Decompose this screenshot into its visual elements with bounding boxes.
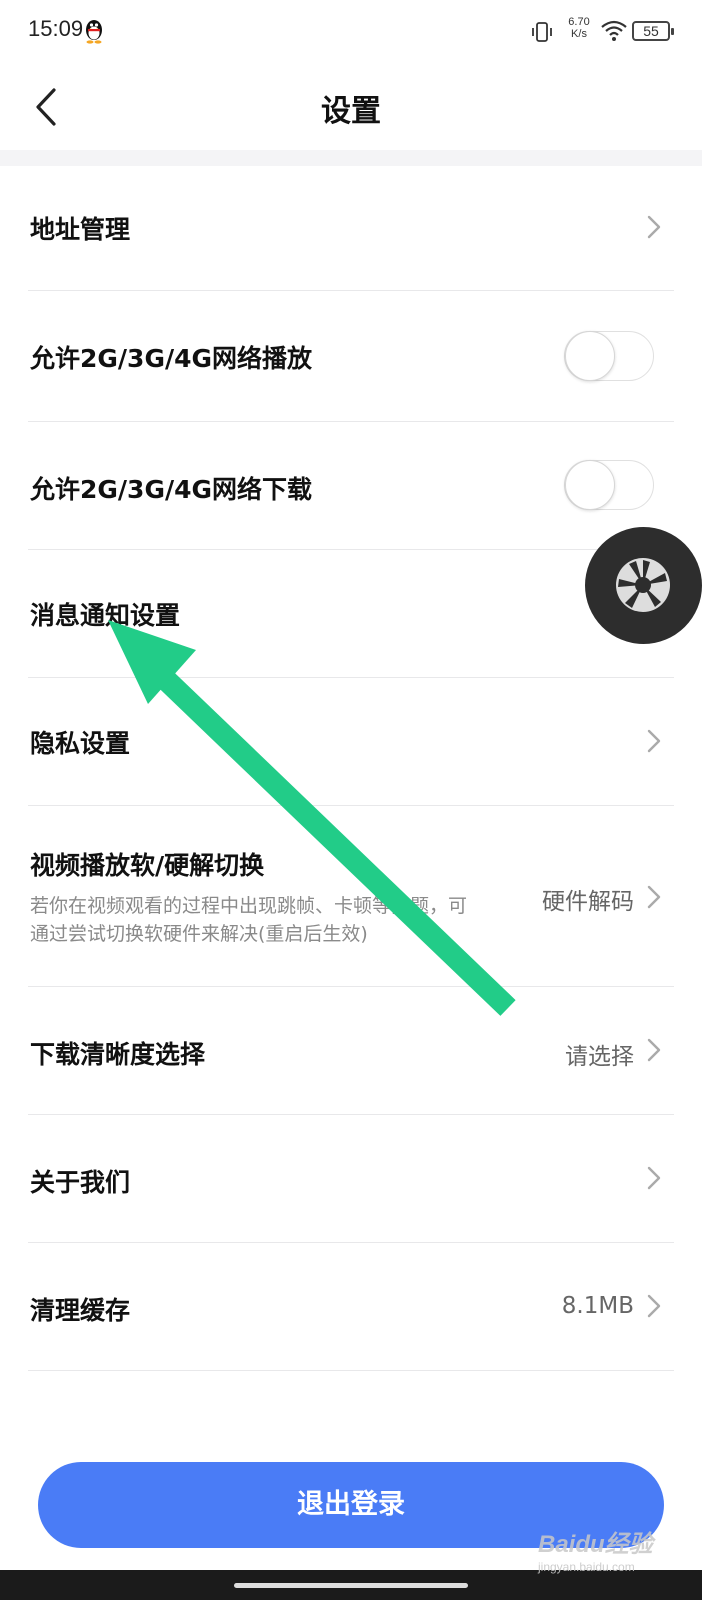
settings-item-notification[interactable]: 消息通知设置: [28, 550, 674, 678]
home-indicator[interactable]: [234, 1583, 468, 1588]
status-bar: 15:09 6.70 K/s 55: [0, 0, 702, 64]
watermark-logo: Baidu经验: [538, 1531, 653, 1558]
settings-item-download-quality[interactable]: 下载清晰度选择 请选择: [28, 987, 674, 1115]
camera-aperture-icon: [616, 558, 670, 612]
chevron-right-icon: [647, 215, 661, 239]
vibrate-icon: [532, 22, 552, 42]
chevron-right-icon: [647, 1294, 661, 1318]
toggle-knob: [565, 331, 615, 381]
settings-item-label: 消息通知设置: [30, 601, 181, 630]
settings-item-privacy[interactable]: 隐私设置: [28, 678, 674, 806]
battery-icon: 55: [632, 21, 674, 41]
section-divider: [0, 150, 702, 166]
settings-item-label: 允许2G/3G/4G网络播放: [30, 344, 313, 373]
chevron-right-icon: [647, 729, 661, 753]
settings-item-label: 关于我们: [30, 1168, 131, 1197]
chevron-right-icon: [647, 885, 661, 909]
qq-penguin-icon: [86, 20, 102, 44]
settings-item-allow-play: 允许2G/3G/4G网络播放: [28, 291, 674, 422]
settings-item-value: 8.1MB: [561, 1293, 634, 1319]
chevron-right-icon: [647, 1166, 661, 1190]
settings-item-allow-download: 允许2G/3G/4G网络下载: [28, 422, 674, 550]
settings-item-about[interactable]: 关于我们: [28, 1115, 674, 1243]
settings-item-description: 若你在视频观看的过程中出现跳帧、卡顿等问题，可通过尝试切换软硬件来解决(重启后生…: [30, 895, 468, 945]
nav-bar: 设置: [0, 64, 702, 150]
chevron-right-icon: [647, 1038, 661, 1062]
watermark-url: jingyan.baidu.com: [538, 1560, 635, 1574]
settings-item-label: 地址管理: [30, 215, 131, 244]
settings-item-value: 硬件解码: [542, 889, 634, 915]
allow-play-toggle[interactable]: [564, 331, 654, 381]
settings-item-label: 下载清晰度选择: [30, 1040, 206, 1069]
net-speed-value: 6.70: [568, 16, 590, 28]
allow-download-toggle[interactable]: [564, 460, 654, 510]
status-time: 15:09: [28, 16, 84, 41]
net-speed-unit: K/s: [571, 28, 587, 40]
net-speed: 6.70 K/s: [562, 16, 596, 40]
settings-item-label: 允许2G/3G/4G网络下载: [30, 475, 313, 504]
settings-item-value: 请选择: [565, 1044, 634, 1070]
settings-item-clear-cache[interactable]: 清理缓存 8.1MB: [28, 1243, 674, 1371]
settings-item-label: 清理缓存: [30, 1296, 131, 1325]
wifi-icon: [601, 20, 627, 41]
settings-item-label: 视频播放软/硬解切换: [30, 851, 265, 880]
floating-camera-button[interactable]: [585, 527, 702, 644]
settings-item-label: 隐私设置: [30, 729, 131, 758]
settings-item-address[interactable]: 地址管理: [28, 166, 674, 291]
toggle-knob: [565, 460, 615, 510]
page-title: 设置: [321, 94, 381, 129]
settings-item-decode[interactable]: 视频播放软/硬解切换 若你在视频观看的过程中出现跳帧、卡顿等问题，可通过尝试切换…: [28, 806, 674, 987]
